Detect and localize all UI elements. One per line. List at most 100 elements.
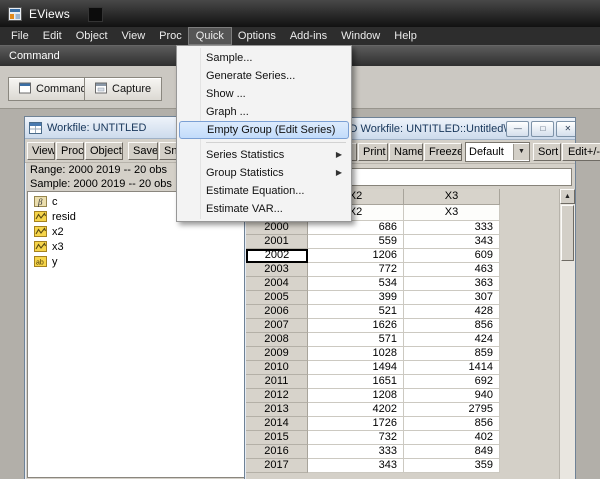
save-button[interactable]: Save bbox=[128, 142, 158, 160]
cell-x2[interactable]: 343 bbox=[308, 459, 404, 473]
name-button[interactable]: Name bbox=[389, 143, 423, 161]
cell-x3[interactable]: 343 bbox=[404, 235, 500, 249]
menu-item-file[interactable]: File bbox=[4, 28, 36, 44]
eviews-main-window: EViews FileEditObjectViewProcQuickOption… bbox=[0, 0, 600, 479]
obs-label-cell[interactable]: 2000 bbox=[246, 221, 308, 235]
cell-x3[interactable]: 692 bbox=[404, 375, 500, 389]
cell-x2[interactable]: 1206 bbox=[308, 249, 404, 263]
obs-label-cell[interactable]: 2004 bbox=[246, 277, 308, 291]
cell-x2[interactable]: 559 bbox=[308, 235, 404, 249]
cell-x3[interactable]: 363 bbox=[404, 277, 500, 291]
cell-x2[interactable]: 4202 bbox=[308, 403, 404, 417]
quick-menu-item-show[interactable]: Show ... bbox=[179, 85, 349, 103]
series-icon bbox=[34, 226, 47, 237]
maximize-button[interactable]: □ bbox=[531, 121, 554, 137]
quick-menu-item-group-statistics[interactable]: Group Statistics▶ bbox=[179, 164, 349, 182]
print-button[interactable]: Print bbox=[358, 143, 388, 161]
obs-label-cell[interactable]: 2014 bbox=[246, 417, 308, 431]
group-window-buttons: —□✕ bbox=[506, 121, 575, 137]
cell-x3[interactable]: 856 bbox=[404, 417, 500, 431]
cell-x2[interactable]: 534 bbox=[308, 277, 404, 291]
cell-x2[interactable]: 571 bbox=[308, 333, 404, 347]
cell-x2[interactable]: 1494 bbox=[308, 361, 404, 375]
menu-item-edit[interactable]: Edit bbox=[36, 28, 69, 44]
cell-x2[interactable]: 772 bbox=[308, 263, 404, 277]
obs-label-cell[interactable]: 2008 bbox=[246, 333, 308, 347]
menu-item-help[interactable]: Help bbox=[387, 28, 424, 44]
cell-x3[interactable]: 428 bbox=[404, 305, 500, 319]
cell-x3[interactable]: 856 bbox=[404, 319, 500, 333]
menu-item-window[interactable]: Window bbox=[334, 28, 387, 44]
quick-menu-item-series-statistics[interactable]: Series Statistics▶ bbox=[179, 146, 349, 164]
menu-item-view[interactable]: View bbox=[115, 28, 153, 44]
cell-x2[interactable]: 521 bbox=[308, 305, 404, 319]
selected-cell[interactable]: 2002 bbox=[246, 249, 308, 263]
obs-label-cell[interactable]: 2011 bbox=[246, 375, 308, 389]
tab-capture[interactable]: Capture bbox=[84, 77, 162, 101]
obs-label-cell[interactable]: 2003 bbox=[246, 263, 308, 277]
object-name: c bbox=[52, 196, 58, 208]
cell-x2[interactable]: 399 bbox=[308, 291, 404, 305]
quick-menu-item-empty-group-edit-series[interactable]: Empty Group (Edit Series) bbox=[179, 121, 349, 139]
cell-x2[interactable]: 1626 bbox=[308, 319, 404, 333]
cell-x2[interactable]: 1208 bbox=[308, 389, 404, 403]
quick-menu-item-graph[interactable]: Graph ... bbox=[179, 103, 349, 121]
cell-x3[interactable]: 940 bbox=[404, 389, 500, 403]
cell-x3[interactable]: 307 bbox=[404, 291, 500, 305]
object-item-x2[interactable]: x2 bbox=[28, 224, 246, 239]
obs-label-cell[interactable]: 2017 bbox=[246, 459, 308, 473]
object-item-x3[interactable]: x3 bbox=[28, 239, 246, 254]
cell-x3[interactable]: 333 bbox=[404, 221, 500, 235]
object-item-y[interactable]: aby bbox=[28, 254, 246, 269]
vertical-scrollbar[interactable]: ▲ bbox=[559, 189, 575, 479]
cell-x2[interactable]: 732 bbox=[308, 431, 404, 445]
obs-label-cell[interactable]: 2006 bbox=[246, 305, 308, 319]
cell-x2[interactable]: 686 bbox=[308, 221, 404, 235]
view-button[interactable]: View bbox=[27, 142, 55, 160]
sort-button[interactable]: Sort bbox=[533, 143, 561, 161]
cell-x3[interactable]: 402 bbox=[404, 431, 500, 445]
column-header-x3[interactable]: X3 bbox=[404, 189, 500, 205]
cell-x3[interactable]: 463 bbox=[404, 263, 500, 277]
obs-label-cell[interactable]: 2005 bbox=[246, 291, 308, 305]
cell-x3[interactable]: 849 bbox=[404, 445, 500, 459]
minimize-button[interactable]: — bbox=[506, 121, 529, 137]
quick-menu-item-sample[interactable]: Sample... bbox=[179, 49, 349, 67]
scroll-up-icon[interactable]: ▲ bbox=[560, 189, 575, 204]
object-button[interactable]: Object bbox=[85, 142, 123, 160]
display-format-dropdown[interactable]: Default▼ bbox=[465, 142, 530, 162]
proc-button[interactable]: Proc bbox=[56, 142, 84, 160]
series-name-x3[interactable]: X3 bbox=[404, 205, 500, 221]
menu-item-add-ins[interactable]: Add-ins bbox=[283, 28, 334, 44]
cell-x3[interactable]: 1414 bbox=[404, 361, 500, 375]
menu-item-options[interactable]: Options bbox=[231, 28, 283, 44]
obs-label-cell[interactable]: 2016 bbox=[246, 445, 308, 459]
menu-item-quick[interactable]: Quick bbox=[189, 28, 231, 44]
obs-label-cell[interactable]: 2009 bbox=[246, 347, 308, 361]
quick-menu-item-generate-series[interactable]: Generate Series... bbox=[179, 67, 349, 85]
obs-label-cell[interactable]: 2013 bbox=[246, 403, 308, 417]
cell-x3[interactable]: 859 bbox=[404, 347, 500, 361]
scrollbar-thumb[interactable] bbox=[561, 205, 574, 261]
cell-x3[interactable]: 359 bbox=[404, 459, 500, 473]
quick-menu-item-estimate-equation[interactable]: Estimate Equation... bbox=[179, 182, 349, 200]
obs-label-cell[interactable]: 2012 bbox=[246, 389, 308, 403]
cell-x3[interactable]: 2795 bbox=[404, 403, 500, 417]
close-button[interactable]: ✕ bbox=[556, 121, 575, 137]
cell-x2[interactable]: 1651 bbox=[308, 375, 404, 389]
obs-label-cell[interactable]: 2010 bbox=[246, 361, 308, 375]
cell-x3[interactable]: 609 bbox=[404, 249, 500, 263]
command-pane-title: Command bbox=[9, 50, 60, 62]
cell-x2[interactable]: 333 bbox=[308, 445, 404, 459]
freeze-button[interactable]: Freeze bbox=[424, 143, 462, 161]
menu-item-proc[interactable]: Proc bbox=[152, 28, 189, 44]
obs-label-cell[interactable]: 2015 bbox=[246, 431, 308, 445]
cell-x3[interactable]: 424 bbox=[404, 333, 500, 347]
cell-x2[interactable]: 1028 bbox=[308, 347, 404, 361]
menu-item-object[interactable]: Object bbox=[69, 28, 115, 44]
obs-label-cell[interactable]: 2001 bbox=[246, 235, 308, 249]
edit-button[interactable]: Edit+/- bbox=[562, 143, 600, 161]
cell-x2[interactable]: 1726 bbox=[308, 417, 404, 431]
quick-menu-item-estimate-var[interactable]: Estimate VAR... bbox=[179, 200, 349, 218]
obs-label-cell[interactable]: 2007 bbox=[246, 319, 308, 333]
